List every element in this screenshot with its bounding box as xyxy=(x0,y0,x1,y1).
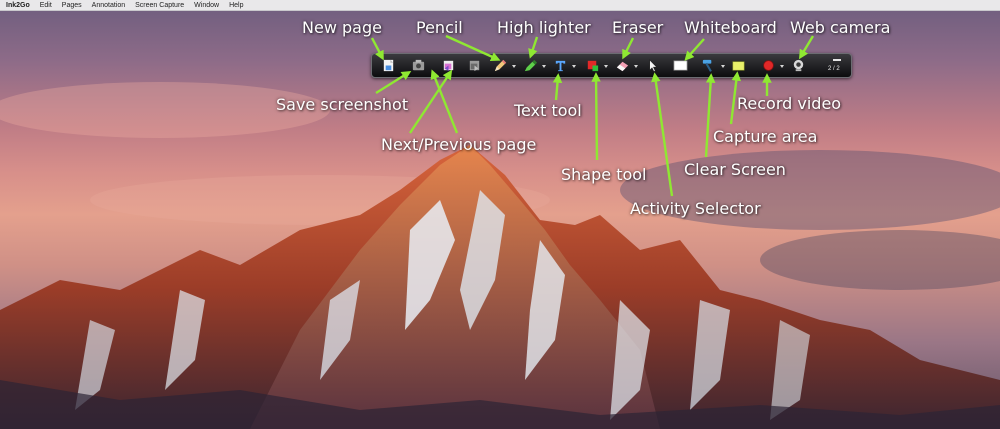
eraser-button[interactable] xyxy=(614,57,631,74)
label-record-video: Record video xyxy=(737,94,842,113)
label-highlighter: High lighter xyxy=(497,18,591,37)
menu-pages[interactable]: Pages xyxy=(62,2,82,9)
label-shape-tool: Shape tool xyxy=(561,165,647,184)
text-options-dropdown[interactable] xyxy=(571,64,576,69)
previous-page-button[interactable] xyxy=(440,57,457,74)
whiteboard-icon xyxy=(673,60,688,71)
new-page-icon xyxy=(383,59,394,72)
label-save-screenshot: Save screenshot xyxy=(276,95,409,114)
whiteboard-button[interactable] xyxy=(672,57,689,74)
text-tool-button[interactable] xyxy=(552,57,569,74)
label-text-tool: Text tool xyxy=(514,101,582,120)
text-t-icon xyxy=(555,60,566,72)
capture-area-icon xyxy=(732,61,745,71)
shape-tool-button[interactable] xyxy=(584,57,601,74)
hammer-icon xyxy=(702,59,712,72)
clear-screen-button[interactable] xyxy=(700,57,717,74)
highlighter-icon xyxy=(524,59,538,72)
label-capture-area: Capture area xyxy=(713,127,818,146)
eraser-icon xyxy=(616,61,629,72)
page-indicator: 2 / 2 xyxy=(828,66,840,72)
menu-bar: Ink2Go Edit Pages Annotation Screen Capt… xyxy=(0,0,1000,11)
label-eraser: Eraser xyxy=(612,18,664,37)
menu-help[interactable]: Help xyxy=(229,2,243,9)
menu-screen-capture[interactable]: Screen Capture xyxy=(135,2,184,9)
camera-save-icon xyxy=(412,59,425,71)
label-activity-selector: Activity Selector xyxy=(630,199,761,218)
shape-icon xyxy=(587,60,599,72)
menu-annotation[interactable]: Annotation xyxy=(92,2,125,9)
eraser-options-dropdown[interactable] xyxy=(633,64,638,69)
menu-app-name[interactable]: Ink2Go xyxy=(6,2,30,9)
label-next-previous-page: Next/Previous page xyxy=(381,135,537,154)
label-web-camera: Web camera xyxy=(790,18,891,37)
pencil-button[interactable] xyxy=(492,57,509,74)
pencil-icon xyxy=(494,59,507,72)
label-clear-screen: Clear Screen xyxy=(684,160,786,179)
menu-edit[interactable]: Edit xyxy=(40,2,52,9)
web-camera-button[interactable] xyxy=(790,57,807,74)
record-options-dropdown[interactable] xyxy=(779,64,784,69)
cursor-arrow-icon xyxy=(649,59,658,72)
shape-options-dropdown[interactable] xyxy=(603,64,608,69)
menu-window[interactable]: Window xyxy=(194,2,219,9)
webcam-icon xyxy=(793,59,804,72)
activity-selector-button[interactable] xyxy=(644,57,661,74)
highlighter-button[interactable] xyxy=(522,57,539,74)
pencil-options-dropdown[interactable] xyxy=(511,64,516,69)
next-page-button[interactable] xyxy=(466,57,483,74)
highlighter-options-dropdown[interactable] xyxy=(541,64,546,69)
label-pencil: Pencil xyxy=(416,18,463,37)
clear-screen-options-dropdown[interactable] xyxy=(720,64,725,69)
save-screenshot-button[interactable] xyxy=(410,57,427,74)
new-page-button[interactable] xyxy=(380,57,397,74)
record-icon xyxy=(763,60,774,71)
label-new-page: New page xyxy=(302,18,382,37)
next-page-icon xyxy=(469,60,480,72)
toolbar-minimize-button[interactable] xyxy=(833,57,841,63)
label-whiteboard: Whiteboard xyxy=(684,18,777,37)
previous-page-icon xyxy=(443,60,454,72)
record-video-button[interactable] xyxy=(760,57,777,74)
capture-area-button[interactable] xyxy=(730,57,747,74)
ink2go-toolbar: 2 / 2 xyxy=(371,53,852,78)
